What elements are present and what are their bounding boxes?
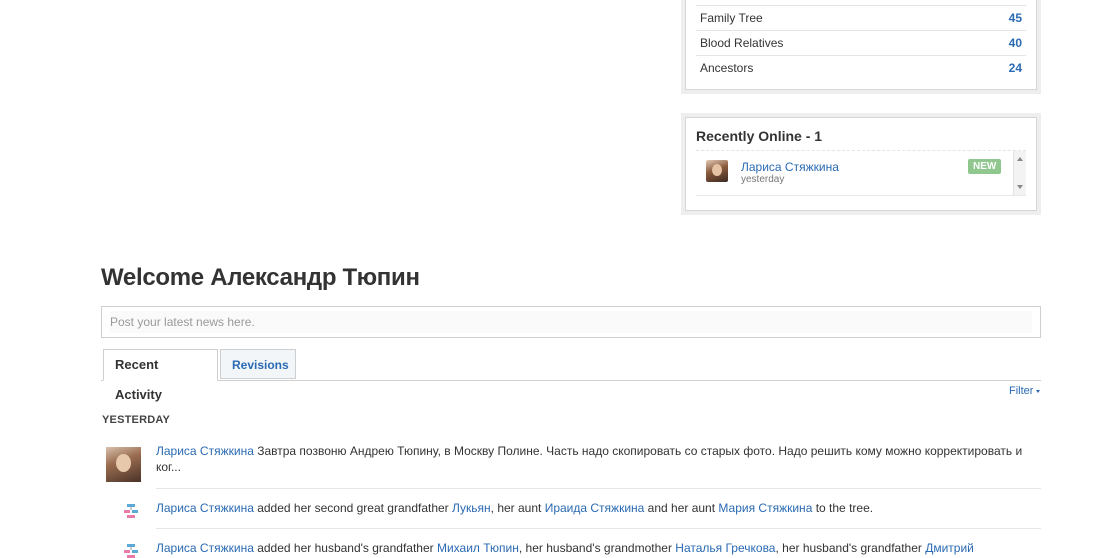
- stat-label: Ancestors: [700, 61, 754, 75]
- relative-link[interactable]: Дмитрий: [925, 541, 974, 555]
- online-user-name[interactable]: Лариса Стяжкина: [741, 160, 839, 174]
- tab-recent-activity[interactable]: Recent Activity: [103, 349, 218, 402]
- online-user-info: Лариса Стяжкина yesterday: [741, 160, 839, 185]
- filter-dropdown[interactable]: Filter: [1009, 385, 1041, 397]
- stat-count[interactable]: 24: [1009, 61, 1022, 75]
- relative-link[interactable]: Мария Стяжкина: [718, 501, 812, 515]
- news-post-box[interactable]: [101, 306, 1041, 338]
- stat-row-family-tree[interactable]: Family Tree 45: [696, 5, 1026, 30]
- page-title: Welcome Александр Тюпин: [101, 264, 420, 291]
- stats-panel-inner: Family Tree 45 Blood Relatives 40 Ancest…: [685, 0, 1037, 90]
- stat-row-ancestors[interactable]: Ancestors 24: [696, 55, 1026, 80]
- divider: [156, 488, 1041, 489]
- avatar[interactable]: [706, 160, 728, 182]
- relative-link[interactable]: Ираида Стяжкина: [545, 501, 645, 515]
- divider: [156, 528, 1041, 529]
- activity-text: Лариса Стяжкина added her second great g…: [156, 500, 1036, 516]
- new-badge: NEW: [968, 159, 1002, 174]
- stat-label: Blood Relatives: [700, 36, 784, 50]
- caret-down-icon: [1036, 389, 1041, 393]
- online-user-item[interactable]: Лариса Стяжкина yesterday: [706, 160, 839, 185]
- scrollbar[interactable]: [1013, 151, 1026, 195]
- day-heading: YESTERDAY: [102, 414, 171, 426]
- stat-count[interactable]: 45: [1009, 11, 1022, 25]
- family-tree-icon: [124, 504, 138, 518]
- online-user-time: yesterday: [741, 174, 785, 185]
- activity-text-part: , her aunt: [490, 501, 545, 515]
- news-input[interactable]: [110, 311, 1032, 333]
- scroll-down-icon[interactable]: [1017, 185, 1023, 189]
- recently-online-inner: Recently Online - 1 Лариса Стяжкина yest…: [685, 117, 1037, 211]
- avatar[interactable]: [106, 447, 141, 482]
- activity-text: Лариса Стяжкина Завтра позвоню Андрею Тю…: [156, 443, 1036, 475]
- stat-count[interactable]: 40: [1009, 36, 1022, 50]
- activity-text-part: added her husband's grandfather: [253, 541, 437, 555]
- activity-text-part: , her husband's grandfather: [775, 541, 926, 555]
- activity-tabs: Recent Activity Revisions: [101, 349, 1041, 402]
- recently-online-title: Recently Online - 1: [696, 128, 823, 144]
- activity-user-link[interactable]: Лариса Стяжкина: [156, 444, 254, 458]
- relative-link[interactable]: Михаил Тюпин: [437, 541, 519, 555]
- stat-label: Family Tree: [700, 11, 763, 25]
- recently-online-panel: Recently Online - 1 Лариса Стяжкина yest…: [681, 113, 1041, 215]
- activity-message: Завтра позвоню Андрею Тюпину, в Москву П…: [156, 444, 1023, 474]
- activity-text-part: added her second great grandfather: [253, 501, 453, 515]
- scroll-up-icon[interactable]: [1017, 157, 1023, 161]
- activity-text-part: to the tree.: [812, 501, 874, 515]
- filter-label: Filter: [1009, 385, 1034, 397]
- relative-link[interactable]: Наталья Гречкова: [675, 541, 775, 555]
- activity-user-link[interactable]: Лариса Стяжкина: [156, 541, 254, 555]
- relative-link[interactable]: Лукьян: [452, 501, 491, 515]
- stats-panel: Family Tree 45 Blood Relatives 40 Ancest…: [681, 0, 1041, 94]
- tab-revisions[interactable]: Revisions: [220, 349, 296, 379]
- activity-text-part: and her aunt: [644, 501, 719, 515]
- online-user-list: Лариса Стяжкина yesterday NEW: [696, 150, 1026, 196]
- stat-row-blood-relatives[interactable]: Blood Relatives 40: [696, 30, 1026, 55]
- activity-text: Лариса Стяжкина added her husband's gran…: [156, 540, 1036, 556]
- activity-user-link[interactable]: Лариса Стяжкина: [156, 501, 254, 515]
- activity-text-part: , her husband's grandmother: [518, 541, 676, 555]
